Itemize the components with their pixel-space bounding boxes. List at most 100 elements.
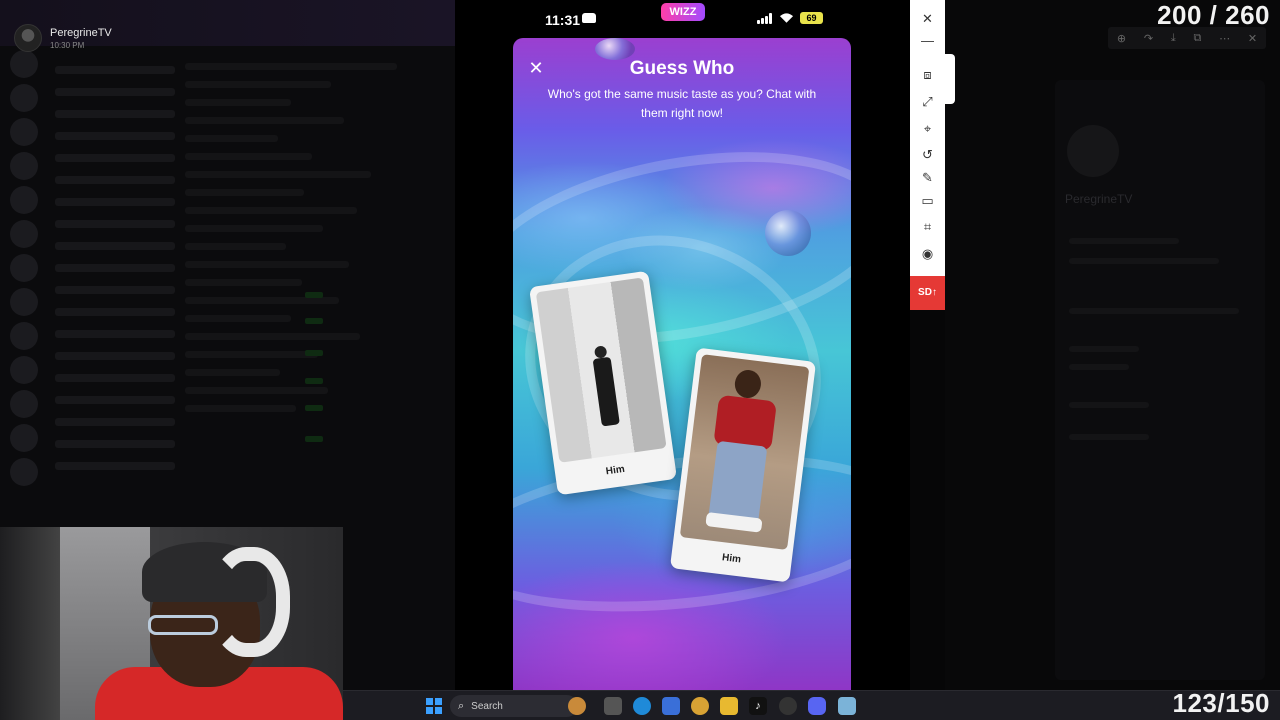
fullscreen-icon[interactable]: ⤢ [919,93,936,110]
chat-message [185,279,302,286]
profile-avatar [1067,125,1119,177]
channel-item[interactable] [55,220,175,228]
chat-message [185,297,339,304]
goal-counter-bottom: 123/150 [1172,688,1270,718]
profile-line [1069,238,1179,244]
weather-icon[interactable] [568,697,586,715]
channel-item[interactable] [55,264,175,272]
channel-item[interactable] [55,286,175,294]
wifi-icon [779,13,794,23]
chat-message [185,171,371,178]
channel-item[interactable] [55,396,175,404]
server-icon[interactable] [10,424,38,452]
minimize-icon[interactable]: — [919,32,936,49]
split-icon[interactable]: ▭ [919,192,936,209]
chat-message [185,207,358,214]
server-icon[interactable] [10,220,38,248]
channel-item[interactable] [55,110,175,118]
edge-icon[interactable] [633,697,651,715]
user-chip[interactable]: PeregrineTV 10:30 PM [14,24,112,52]
channel-item[interactable] [55,66,175,74]
chat-message [185,189,305,196]
sd-quality-button[interactable]: SD↑ [910,276,945,310]
taskbar-search[interactable]: ⌕ Search [450,695,578,717]
channel-item[interactable] [55,374,175,382]
file-explorer-icon[interactable] [720,697,738,715]
channel-item[interactable] [55,352,175,360]
app-icon[interactable] [838,697,856,715]
chat-message [185,369,281,376]
search-icon: ⌕ [458,699,465,712]
server-icon[interactable] [10,152,38,180]
download-icon[interactable]: ⤓ [1171,32,1176,45]
modal-title: Guess Who [629,58,735,79]
wizz-app-badge: WIZZ [661,3,705,21]
server-icon[interactable] [10,254,38,282]
channel-item[interactable] [55,176,175,184]
obs-icon[interactable] [779,697,797,715]
more-icon[interactable]: ⋯ [1219,32,1230,45]
external-icon[interactable]: ⧉ [1193,32,1201,45]
task-view-icon[interactable] [604,697,622,715]
zoom-icon[interactable]: ⊕ [1117,32,1126,45]
chat-message [185,117,344,124]
profile-name: PeregrineTV [1065,192,1133,206]
chat-message [185,333,360,340]
profile-line [1069,308,1239,314]
close-icon[interactable]: ✕ [1248,32,1257,45]
signal-icon [757,13,773,24]
channel-item[interactable] [55,330,175,338]
modal-subtitle: Who's got the same music taste as you? C… [547,87,817,120]
status-indicator [305,378,323,384]
channel-item[interactable] [55,198,175,206]
server-icon[interactable] [10,322,38,350]
streamer-glasses [148,615,218,635]
rotate-icon[interactable]: ↺ [919,146,936,163]
channel-item[interactable] [55,462,175,470]
chat-message [185,63,397,70]
chat-message [185,261,350,268]
channel-item[interactable] [55,418,175,426]
screenshot-icon[interactable]: ⧈ [919,66,936,83]
windows-start-icon[interactable] [426,698,442,714]
chrome-icon[interactable] [691,697,709,715]
channel-item[interactable] [55,88,175,96]
close-icon[interactable]: ✕ [919,10,936,27]
person-figure [708,440,768,525]
sd-label: SD [918,287,932,298]
crop-icon[interactable]: ⌗ [919,218,936,235]
redo-icon[interactable]: ↷ [1144,32,1153,45]
chat-message [185,405,297,412]
channel-item[interactable] [55,242,175,250]
server-icon[interactable] [10,84,38,112]
channel-item[interactable] [55,132,175,140]
channel-item[interactable] [55,440,175,448]
collapse-toolbar-tab[interactable] [945,54,955,104]
phone-clock: 11:31 [545,12,581,28]
chat-area [185,52,450,423]
tiktok-icon[interactable]: ♪ [749,697,767,715]
profile-photo [679,354,810,550]
discord-icon[interactable] [808,697,826,715]
bubble-decoration [765,210,811,256]
avatar [14,24,42,52]
phone-status-bar: 11:31 WIZZ 69 [455,0,910,38]
server-icon[interactable] [10,118,38,146]
server-icon[interactable] [10,50,38,78]
record-icon[interactable]: ◉ [919,245,936,262]
channel-item[interactable] [55,154,175,162]
chat-message [185,135,278,142]
channel-item[interactable] [55,308,175,316]
pen-icon[interactable]: ✎ [919,169,936,186]
status-indicator [305,318,323,324]
server-icon[interactable] [10,458,38,486]
server-icon[interactable] [10,390,38,418]
store-icon[interactable] [662,697,680,715]
profile-line [1069,402,1149,408]
channel-list [55,52,175,484]
server-icon[interactable] [10,356,38,384]
headphones [210,547,290,657]
server-icon[interactable] [10,186,38,214]
pin-icon[interactable]: ⌖ [919,120,936,137]
server-icon[interactable] [10,288,38,316]
